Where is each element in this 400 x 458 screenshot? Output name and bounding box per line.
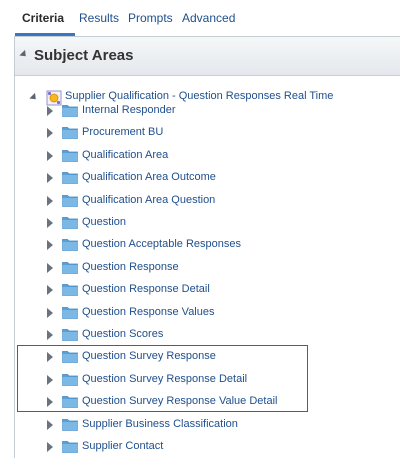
folder-icon	[62, 127, 78, 140]
expand-arrow-icon[interactable]	[47, 397, 53, 408]
tree-folder-label[interactable]: Question Survey Response Value Detail	[82, 395, 277, 407]
tree-folder-label[interactable]: Question Scores	[82, 328, 163, 340]
tree-folder-row[interactable]: Question Survey Response Detail	[15, 369, 400, 391]
expand-arrow-icon[interactable]	[47, 173, 53, 184]
tree-folder-row[interactable]: Question Acceptable Responses	[15, 234, 400, 256]
folder-icon	[62, 329, 78, 341]
tree-folder-row[interactable]: Qualification Area Outcome	[15, 167, 400, 189]
folder-icon	[62, 351, 78, 364]
tree-folder-row[interactable]: Question Response Values	[15, 302, 400, 324]
expand-arrow-icon[interactable]	[47, 240, 53, 251]
folder-icon	[62, 373, 78, 386]
folder-icon	[62, 284, 78, 297]
tree-folder-row[interactable]: Question Response Detail	[15, 279, 400, 301]
folder-icon	[62, 149, 78, 162]
expand-arrow-icon[interactable]	[47, 374, 53, 385]
folder-icon	[62, 172, 78, 185]
tree-folder-label[interactable]: Question Response	[82, 261, 179, 273]
expand-arrow-icon[interactable]	[47, 106, 53, 116]
folder-icon	[62, 239, 78, 252]
tree-folder-label[interactable]: Qualification Area Question	[82, 194, 215, 206]
tree-folder-label[interactable]: Supplier Business Classification	[82, 418, 238, 430]
tree-folder-label[interactable]: Question Survey Response	[82, 350, 216, 362]
tree-folder-row[interactable]: Question Survey Response Value Detail	[15, 391, 400, 413]
expand-arrow-icon[interactable]	[47, 195, 53, 206]
tree-folder-row[interactable]: Question Scores	[15, 324, 400, 346]
expand-arrow-icon[interactable]	[47, 150, 53, 161]
folder-icon	[62, 418, 78, 431]
tree-folder-label[interactable]: Question Response Detail	[82, 283, 210, 295]
folder-icon	[62, 396, 78, 409]
tree-folder-label[interactable]: Procurement BU	[82, 126, 163, 138]
tree-folder-label[interactable]: Internal Responder	[82, 104, 176, 116]
collapse-arrow-icon[interactable]	[19, 49, 29, 60]
tree-folder-row[interactable]: Qualification Area Question	[15, 190, 400, 212]
tree-folder-label[interactable]: Question Acceptable Responses	[82, 238, 241, 250]
expand-arrow-icon[interactable]	[47, 262, 53, 273]
folder-icon	[62, 194, 78, 207]
tree-folder-label[interactable]: Supplier Contact	[82, 440, 163, 452]
tree-folder-row[interactable]: Internal Responder	[15, 100, 400, 122]
tree-folder-label[interactable]: Question Survey Response Detail	[82, 373, 247, 385]
tab-bar: Criteria Results Prompts Advanced	[0, 0, 400, 36]
folder-icon	[62, 217, 78, 229]
expand-arrow-icon[interactable]	[47, 128, 53, 139]
expand-arrow-icon[interactable]	[47, 330, 53, 340]
tree-folder-label[interactable]: Qualification Area	[82, 149, 168, 161]
tree-folder-row[interactable]: Question	[15, 212, 400, 234]
panel-header: Subject Areas	[15, 37, 400, 76]
tree-folder-label[interactable]: Question Response Values	[82, 306, 215, 318]
tab-criteria[interactable]: Criteria	[22, 0, 64, 33]
tree-folder-row[interactable]: Question Survey Response	[15, 346, 400, 368]
tree-folder-row[interactable]: Procurement BU	[15, 122, 400, 144]
tab-advanced[interactable]: Advanced	[182, 0, 235, 33]
panel-title: Subject Areas	[34, 47, 134, 64]
tree-folder-row[interactable]: Supplier Business Classification	[15, 414, 400, 436]
expand-arrow-icon[interactable]	[47, 352, 53, 363]
expand-arrow-icon[interactable]	[47, 218, 53, 228]
tree-folder-row[interactable]: Qualification Area	[15, 145, 400, 167]
folder-icon	[62, 306, 78, 319]
folder-icon	[62, 105, 78, 117]
subject-areas-panel: Subject Areas Supplier Qualification - Q…	[14, 36, 400, 458]
expand-arrow-icon[interactable]	[47, 419, 53, 430]
expand-arrow-icon[interactable]	[47, 285, 53, 296]
folder-icon	[62, 441, 78, 453]
tree-folder-row[interactable]: Question Response	[15, 257, 400, 279]
tab-results[interactable]: Results	[79, 0, 119, 33]
expand-arrow-icon[interactable]	[47, 307, 53, 318]
tree-folder-label[interactable]: Qualification Area Outcome	[82, 171, 216, 183]
expand-arrow-icon[interactable]	[47, 442, 53, 452]
folder-icon	[62, 261, 78, 274]
tab-prompts[interactable]: Prompts	[128, 0, 173, 33]
tree-folder-row[interactable]: Supplier Contact	[15, 436, 400, 458]
tree-folder-label[interactable]: Question	[82, 216, 126, 228]
